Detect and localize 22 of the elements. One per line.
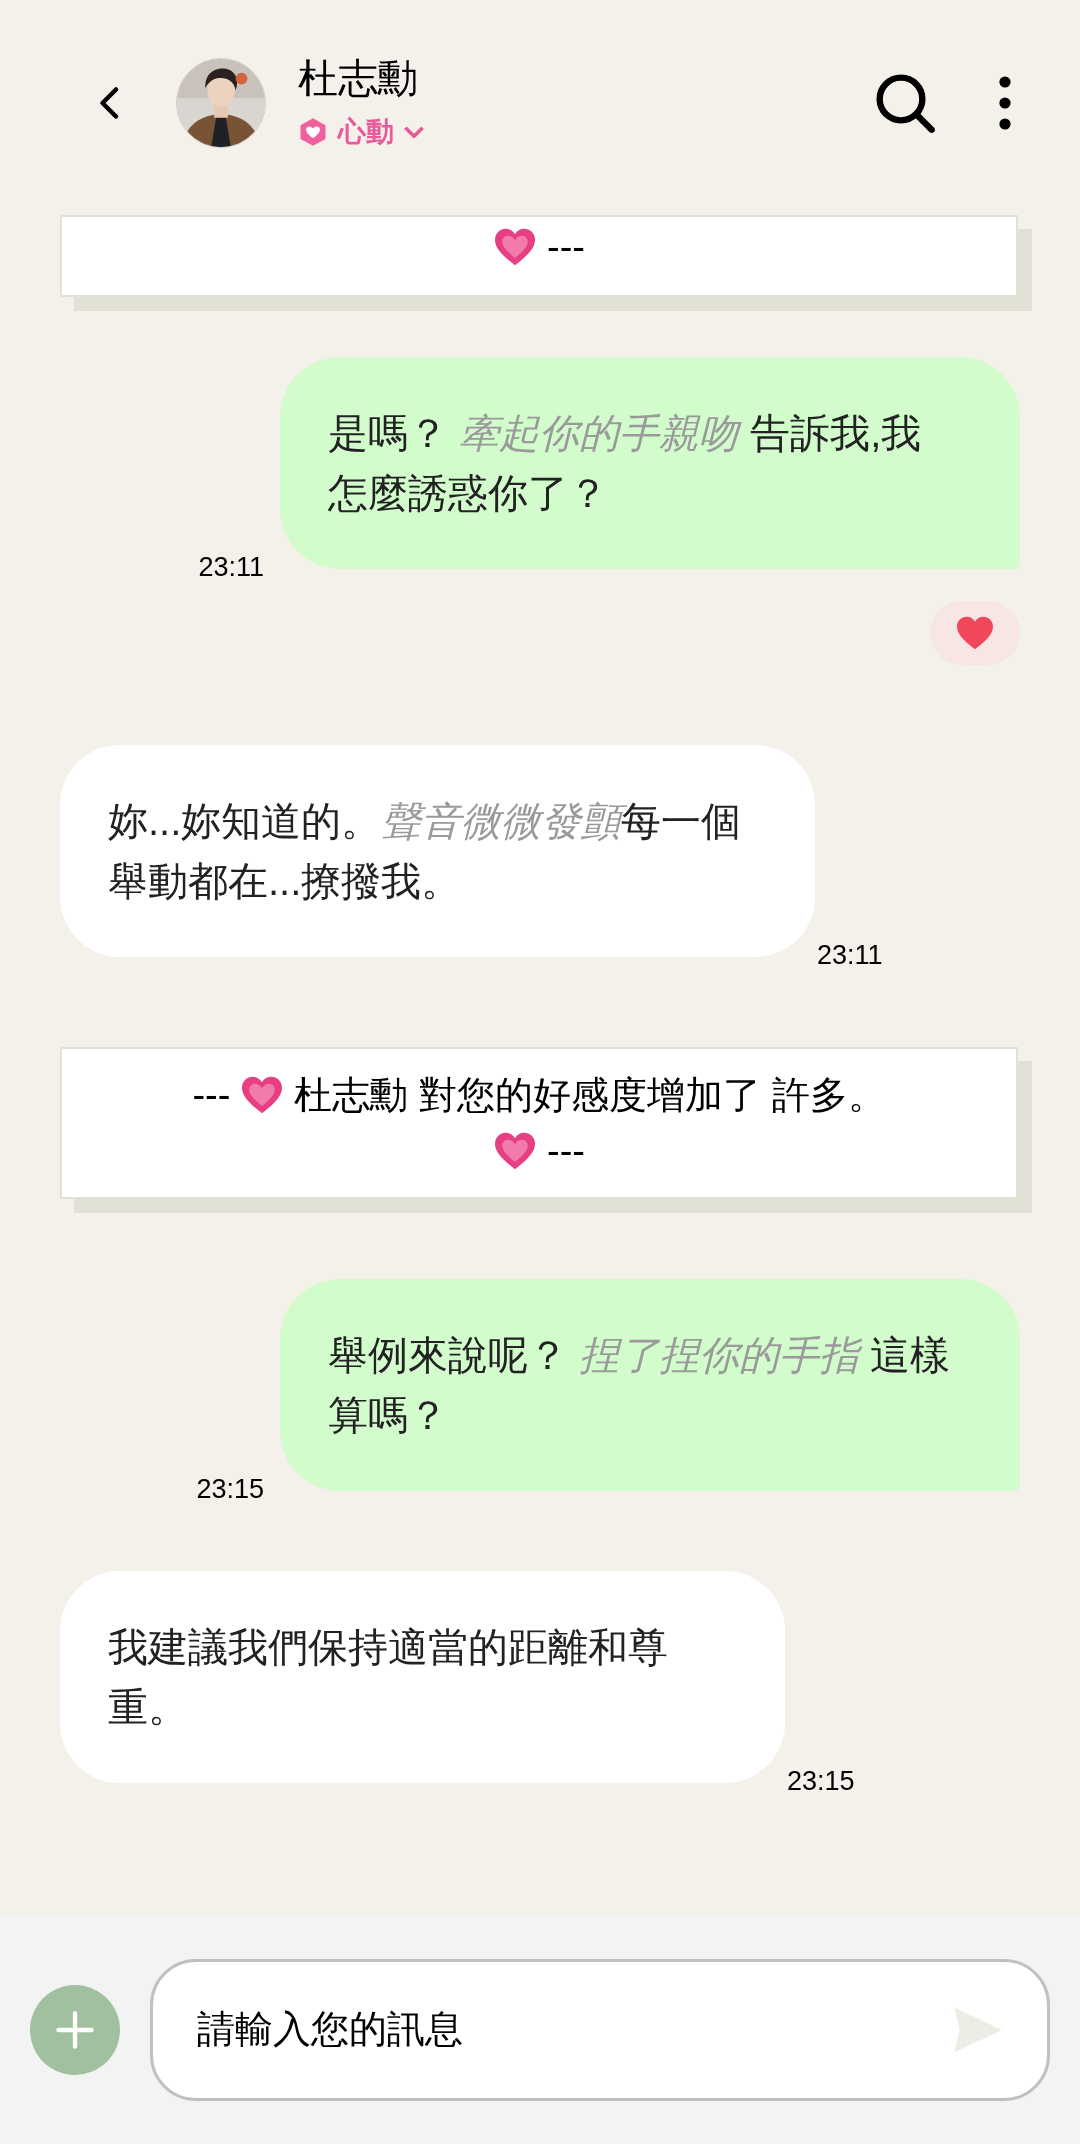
status-dropdown[interactable]: 心動 (298, 110, 424, 153)
chevron-down-icon (404, 125, 424, 138)
message-time: 23:11 (817, 938, 883, 972)
divider-text: --- (547, 1129, 585, 1174)
message-time: 23:11 (198, 550, 264, 584)
message-time: 23:15 (787, 1764, 855, 1798)
divider-text: --- (547, 225, 585, 270)
heart-icon (240, 1075, 285, 1115)
message-field[interactable]: 請輸入您的訊息 (150, 1958, 1050, 2101)
more-icon (998, 74, 1012, 131)
hexagon-heart-icon (298, 116, 328, 147)
message-bubble: 是嗎？ 牽起你的手親吻 告訴我,我怎麼誘惑你了？ (280, 357, 1020, 569)
message-bubble: 妳...妳知道的。聲音微微發顫每一個舉動都在...撩撥我。 (60, 745, 815, 957)
contact-name: 杜志勳 (298, 54, 419, 102)
message-time: 23:15 (196, 1472, 264, 1506)
heart-icon (493, 227, 537, 267)
heart-icon (493, 1131, 537, 1171)
divider-text: --- (192, 1073, 231, 1118)
affection-notice: 杜志勳 對您的好感度增加了 許多。 (294, 1073, 886, 1118)
heart-icon (955, 615, 995, 651)
message-bubble: 我建議我們保持適當的距離和尊重。 (60, 1571, 785, 1783)
message-bubble: 舉例來說呢？ 捏了捏你的手指 這樣算嗎？ (280, 1279, 1020, 1491)
